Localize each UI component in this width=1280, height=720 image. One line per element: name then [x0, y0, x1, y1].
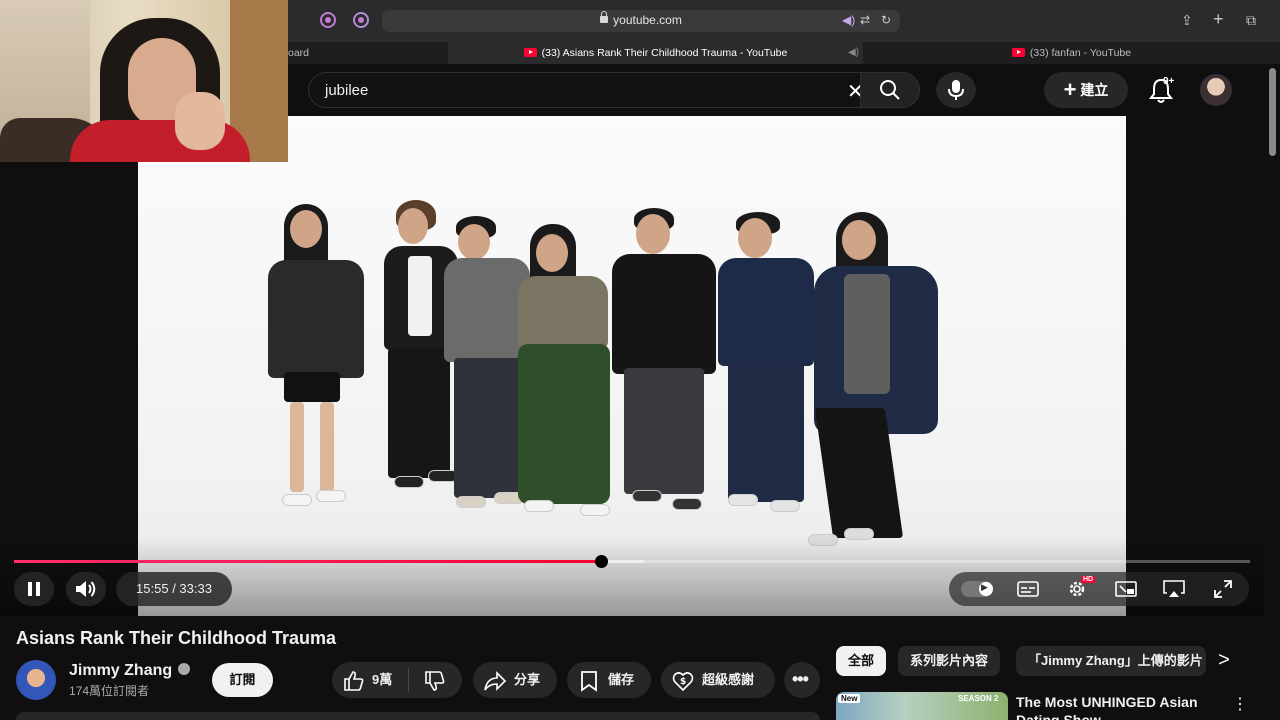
lock-icon: [600, 11, 609, 23]
thumbs-down-icon: [425, 671, 445, 691]
channel-avatar[interactable]: [16, 660, 56, 700]
subscriber-count: 174萬位訂閱者: [69, 684, 150, 698]
airplay-icon: [1163, 580, 1185, 597]
notification-badge: 9+: [1163, 76, 1175, 87]
season-label: SEASON 2: [958, 694, 999, 703]
tab-active[interactable]: (33) Asians Rank Their Childhood Trauma …: [448, 42, 863, 64]
hd-badge: HD: [1081, 576, 1096, 583]
play-small-icon: ▶: [981, 582, 988, 592]
create-button[interactable]: + 建立: [1044, 72, 1128, 108]
bookmark-icon: [581, 671, 597, 692]
account-avatar[interactable]: [1200, 74, 1232, 106]
super-thanks-label: 超級感謝: [702, 672, 755, 687]
like-dislike-group: 9萬: [332, 662, 462, 698]
volume-icon: [69, 572, 103, 606]
share-label: 分享: [514, 672, 541, 687]
scrubber-handle[interactable]: [595, 555, 609, 568]
autoplay-toggle[interactable]: [961, 581, 993, 597]
chip-channel-uploads[interactable]: 「Jimmy Zhang」上傳的影片: [1016, 646, 1206, 676]
video-title: Asians Rank Their Childhood Trauma: [16, 628, 337, 648]
block-extension-icon[interactable]: [353, 12, 369, 28]
tab-title: (33) Asians Rank Their Childhood Trauma …: [541, 47, 788, 59]
more-actions-button[interactable]: •••: [784, 662, 820, 698]
tab-1[interactable]: oard: [288, 42, 448, 64]
svg-text:$: $: [680, 677, 686, 687]
more-vertical-icon[interactable]: ⋮: [1232, 694, 1248, 714]
tab-overview-icon[interactable]: ⧉: [1246, 12, 1256, 29]
video-player[interactable]: 15:55 / 33:33 ▶ HD: [0, 116, 1264, 616]
search-value: jubilee: [325, 82, 369, 99]
new-badge: New: [838, 694, 861, 703]
chevron-right-icon[interactable]: >: [1212, 648, 1236, 672]
page-scrollbar[interactable]: [1266, 64, 1280, 720]
fullscreen-button[interactable]: [1206, 572, 1240, 606]
share-icon: [484, 671, 507, 691]
share-icon[interactable]: ⇪: [1181, 12, 1193, 29]
mute-button[interactable]: [66, 572, 106, 606]
super-thanks-button[interactable]: $ 超級感謝: [661, 662, 775, 698]
verified-icon: [178, 663, 191, 675]
tab-title: oard: [288, 47, 310, 59]
right-controls: ▶ HD: [949, 572, 1249, 606]
youtube-header: jubilee ✕ + 建立 9+: [288, 64, 1280, 116]
url-text: youtube.com: [613, 13, 682, 27]
progress-fill: [14, 560, 602, 563]
fullscreen-icon: [1214, 580, 1232, 598]
like-button[interactable]: 9萬: [332, 662, 408, 698]
new-tab-icon[interactable]: +: [1213, 9, 1224, 30]
webcam-overlay: [0, 0, 288, 162]
recommended-title[interactable]: The Most UNHINGED Asian Dating Show: [1016, 693, 1206, 720]
tab-bar: oard (33) Asians Rank Their Childhood Tr…: [288, 42, 1280, 64]
reload-icon[interactable]: ↻: [881, 13, 891, 27]
super-thanks-icon: $: [672, 672, 694, 692]
translate-icon[interactable]: ⇄: [860, 13, 870, 27]
tab-3[interactable]: (33) fanfan - YouTube: [863, 42, 1280, 64]
miniplayer-icon: [1115, 581, 1137, 597]
play-pause-button[interactable]: [14, 572, 54, 606]
microphone-icon: [948, 80, 964, 100]
channel-name: Jimmy Zhang: [69, 662, 173, 679]
progress-bar[interactable]: [14, 555, 1250, 568]
share-button[interactable]: 分享: [473, 662, 557, 698]
address-bar[interactable]: youtube.com: [382, 10, 900, 32]
subscribe-button[interactable]: 訂閱: [212, 663, 273, 697]
save-button[interactable]: 儲存: [567, 662, 651, 698]
scrollbar-thumb[interactable]: [1269, 68, 1276, 156]
more-horizontal-icon: •••: [792, 669, 809, 689]
search-button[interactable]: [860, 72, 920, 108]
channel-name-link[interactable]: Jimmy Zhang: [69, 662, 191, 680]
chip-series[interactable]: 系列影片內容: [898, 646, 1001, 676]
tab-audio-icon[interactable]: ◀): [848, 42, 859, 64]
voice-search-button[interactable]: [936, 72, 976, 108]
search-input[interactable]: jubilee ✕: [308, 72, 868, 108]
subtitles-button[interactable]: [1011, 572, 1045, 606]
description-box[interactable]: [16, 712, 820, 720]
video-frame[interactable]: [138, 116, 1126, 616]
miniplayer-button[interactable]: [1109, 572, 1143, 606]
chip-all[interactable]: 全部: [836, 646, 887, 676]
like-divider: [408, 668, 409, 692]
plus-icon: +: [1063, 77, 1077, 102]
extension-icon[interactable]: [320, 12, 336, 28]
recommendation-chips: 全部 系列影片內容 「Jimmy Zhang」上傳的影片: [836, 644, 1264, 678]
search-icon: [880, 80, 900, 100]
airplay-button[interactable]: [1157, 572, 1191, 606]
audio-playing-icon[interactable]: ◀): [842, 13, 855, 27]
tab-title: (33) fanfan - YouTube: [1029, 47, 1132, 59]
youtube-favicon-icon: [1011, 48, 1025, 57]
thumbs-up-icon: [344, 671, 364, 691]
youtube-favicon-icon: [523, 48, 537, 57]
save-label: 儲存: [608, 672, 635, 687]
subtitles-icon: [1017, 581, 1039, 597]
like-count: 9萬: [372, 672, 393, 687]
pause-icon: [17, 572, 51, 606]
create-label: 建立: [1080, 82, 1109, 98]
dislike-button[interactable]: [410, 662, 462, 698]
time-display: 15:55 / 33:33: [116, 572, 232, 606]
